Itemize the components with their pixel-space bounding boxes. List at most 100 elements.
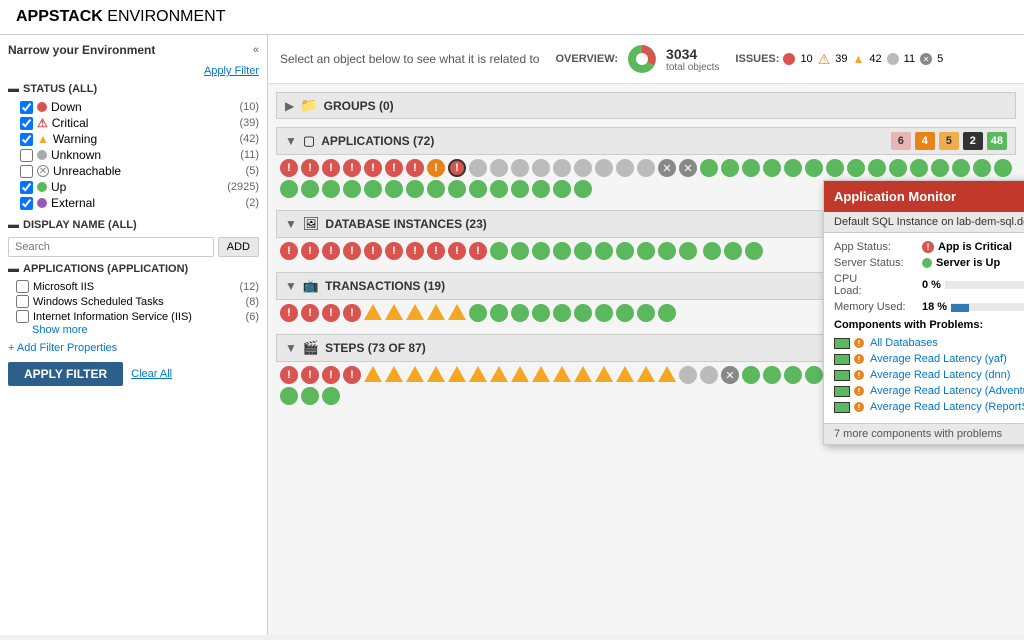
app-obj[interactable]: ! [322,159,340,177]
tr-obj-green[interactable] [469,304,487,322]
db-obj-green2[interactable] [703,242,721,260]
applications-section-row[interactable]: ▼ ▢ APPLICATIONS (72) 6 4 5 2 48 [276,127,1016,155]
filter-checkbox-up[interactable] [20,181,33,194]
tr-obj-warn[interactable] [406,304,424,320]
apply-filter-link[interactable]: Apply Filter [204,65,259,77]
popup-more-components[interactable]: 7 more components with problems [824,423,1024,444]
tr-obj-green[interactable] [532,304,550,322]
app-obj-gray[interactable] [637,159,655,177]
app-obj[interactable]: ! [364,159,382,177]
step-obj[interactable]: ! [301,366,319,384]
search-input[interactable] [8,237,214,257]
app-obj-x[interactable]: ✕ [679,159,697,177]
app-obj-green[interactable] [532,180,550,198]
tr-obj-green[interactable] [574,304,592,322]
app-obj-green[interactable] [301,180,319,198]
db-obj-green[interactable] [553,242,571,260]
filter-label-up[interactable]: Up [20,180,223,194]
app-obj-green[interactable] [574,180,592,198]
app-obj-green[interactable] [427,180,445,198]
apply-filter-button[interactable]: APPLY FILTER [8,362,123,386]
tr-obj-green[interactable] [595,304,613,322]
app-obj[interactable]: ! [406,159,424,177]
app-obj-green[interactable] [889,159,907,177]
app-obj-green[interactable] [280,180,298,198]
filter-label-external[interactable]: External [20,196,242,210]
tr-obj-green[interactable] [511,304,529,322]
app-obj[interactable]: ! [280,159,298,177]
app-obj-green[interactable] [343,180,361,198]
step-obj-gray[interactable] [679,366,697,384]
step-obj-warn[interactable] [574,366,592,382]
step-obj-green[interactable] [301,387,319,405]
filter-checkbox-unreachable[interactable] [20,165,33,178]
app-obj-green[interactable] [805,159,823,177]
tr-obj[interactable]: ! [301,304,319,322]
app-obj-green[interactable] [700,159,718,177]
app-obj-green[interactable] [385,180,403,198]
db-obj-green[interactable] [658,242,676,260]
app-obj-exclaim2[interactable]: ! [448,159,466,177]
app-obj-gray[interactable] [574,159,592,177]
db-obj[interactable]: ! [343,242,361,260]
step-obj-warn[interactable] [385,366,403,382]
step-obj-warn[interactable] [448,366,466,382]
filter-checkbox-warning[interactable] [20,133,33,146]
tr-obj-warn[interactable] [385,304,403,320]
app-obj-green[interactable] [826,159,844,177]
tr-obj-green[interactable] [490,304,508,322]
app-obj-green[interactable] [763,159,781,177]
filter-checkbox-wst[interactable] [16,295,29,308]
filter-checkbox-external[interactable] [20,197,33,210]
tr-obj-warn[interactable] [364,304,382,320]
step-obj-gray[interactable] [700,366,718,384]
step-obj-warn[interactable] [364,366,382,382]
step-obj-green[interactable] [763,366,781,384]
step-obj-warn[interactable] [532,366,550,382]
filter-label-critical[interactable]: ⚠ Critical [20,116,235,130]
filter-label-unreachable[interactable]: ✕ Unreachable [20,164,242,178]
app-obj-green[interactable] [322,180,340,198]
step-obj-green[interactable] [322,387,340,405]
tr-obj-warn[interactable] [427,304,445,320]
app-obj-gray[interactable] [469,159,487,177]
tr-obj-green[interactable] [637,304,655,322]
step-obj[interactable]: ! [322,366,340,384]
step-obj-x[interactable]: ✕ [721,366,739,384]
filter-label-down[interactable]: Down [20,100,235,114]
app-obj-green[interactable] [511,180,529,198]
db-obj-green[interactable] [616,242,634,260]
db-obj[interactable]: ! [322,242,340,260]
step-obj-warn[interactable] [637,366,655,382]
status-section-header[interactable]: ▬ STATUS (ALL) [8,83,259,95]
step-obj-warn[interactable] [490,366,508,382]
app-obj-gray[interactable] [616,159,634,177]
app-obj-green[interactable] [868,159,886,177]
db-obj-green[interactable] [679,242,697,260]
filter-label-unknown[interactable]: Unknown [20,148,236,162]
applications-filter-header[interactable]: ▬ APPLICATIONS (APPLICATION) [8,263,259,275]
app-obj-green[interactable] [448,180,466,198]
db-obj-green[interactable] [574,242,592,260]
db-obj[interactable]: ! [448,242,466,260]
db-obj-green[interactable] [490,242,508,260]
app-obj-green[interactable] [469,180,487,198]
app-obj-gray[interactable] [511,159,529,177]
step-obj-warn[interactable] [553,366,571,382]
db-obj[interactable]: ! [469,242,487,260]
app-obj-green[interactable] [931,159,949,177]
app-obj-green[interactable] [721,159,739,177]
app-obj-gray[interactable] [490,159,508,177]
app-obj[interactable]: ! [343,159,361,177]
popup-component-3[interactable]: ! Average Read Latency (dnn) [834,367,1024,383]
add-filter-link[interactable]: + Add Filter Properties [8,342,259,354]
step-obj-warn[interactable] [469,366,487,382]
tr-obj-warn[interactable] [448,304,466,320]
filter-label-warning[interactable]: ▲ Warning [20,132,235,146]
clear-all-link[interactable]: Clear All [131,368,172,380]
db-obj-green[interactable] [532,242,550,260]
db-obj-green2[interactable] [724,242,742,260]
filter-checkbox-iis2[interactable] [16,310,29,323]
popup-component-4[interactable]: ! Average Read Latency (AdventureWorks20… [834,383,1024,399]
tr-obj-green[interactable] [616,304,634,322]
